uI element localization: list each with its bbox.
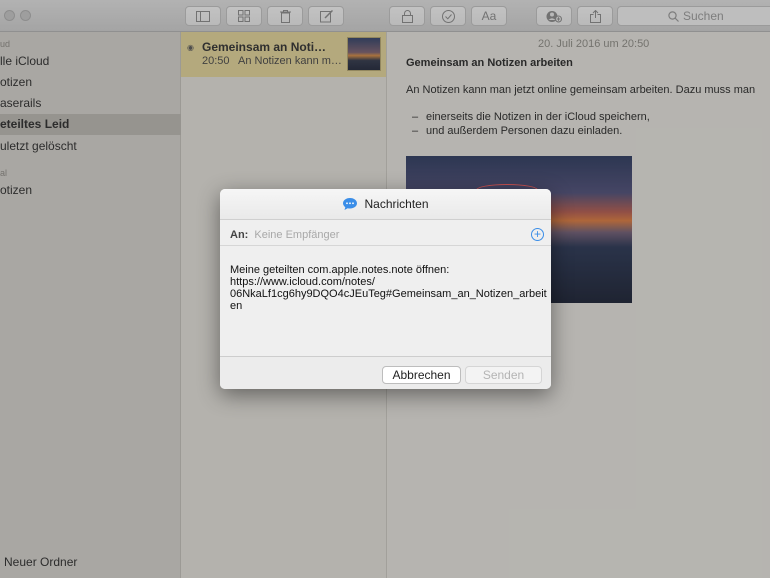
- message-line: en: [230, 300, 243, 312]
- cancel-button[interactable]: Abbrechen: [382, 366, 461, 384]
- message-line: https://www.icloud.com/notes/: [230, 276, 375, 288]
- sheet-title: Nachrichten: [364, 197, 429, 211]
- message-text-area[interactable]: Meine geteilten com.apple.notes.note öff…: [230, 264, 547, 312]
- message-line: Meine geteilten com.apple.notes.note öff…: [230, 264, 450, 276]
- send-button[interactable]: Senden: [465, 366, 542, 384]
- message-line: 06NkaLf1cg6hy9DQO4cJEuTeg#Gemeinsam_an_N…: [230, 288, 547, 300]
- sheet-header: Nachrichten: [220, 189, 551, 220]
- messages-icon: [343, 198, 358, 210]
- sheet-footer: Abbrechen Senden: [220, 356, 551, 389]
- messages-share-sheet: Nachrichten An: Keine Empfänger + Meine …: [220, 189, 551, 389]
- recipient-label: An:: [230, 229, 249, 241]
- recipient-field[interactable]: An: Keine Empfänger: [230, 229, 339, 241]
- add-recipient-icon[interactable]: +: [531, 228, 544, 241]
- recipient-placeholder: Keine Empfänger: [254, 229, 340, 241]
- sheet-divider: [220, 245, 551, 246]
